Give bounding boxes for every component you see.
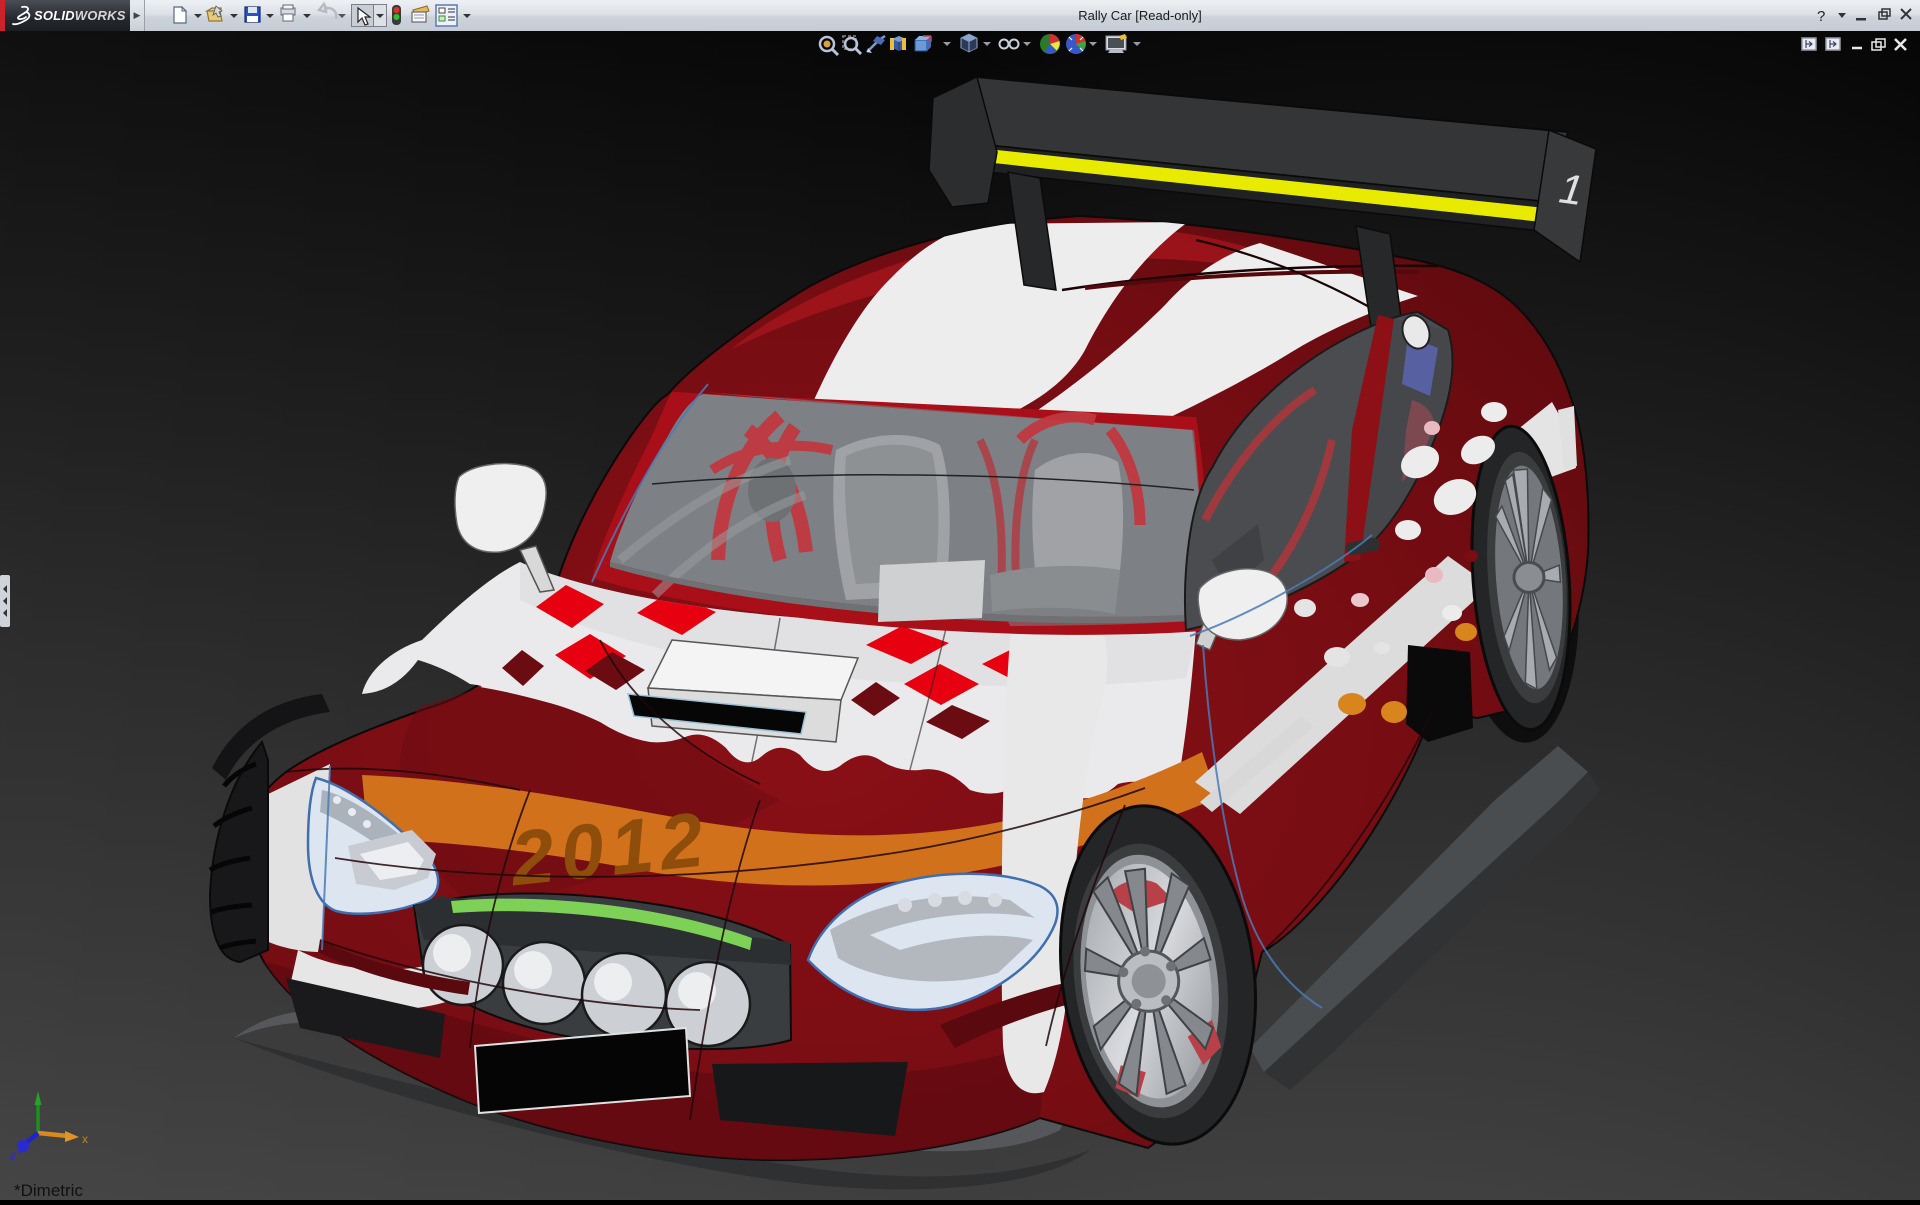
svg-text:x: x [82, 1132, 88, 1146]
svg-text:*Dimetric: *Dimetric [14, 1181, 83, 1200]
svg-text:z: z [9, 1148, 16, 1162]
svg-text:?: ? [1817, 8, 1825, 25]
